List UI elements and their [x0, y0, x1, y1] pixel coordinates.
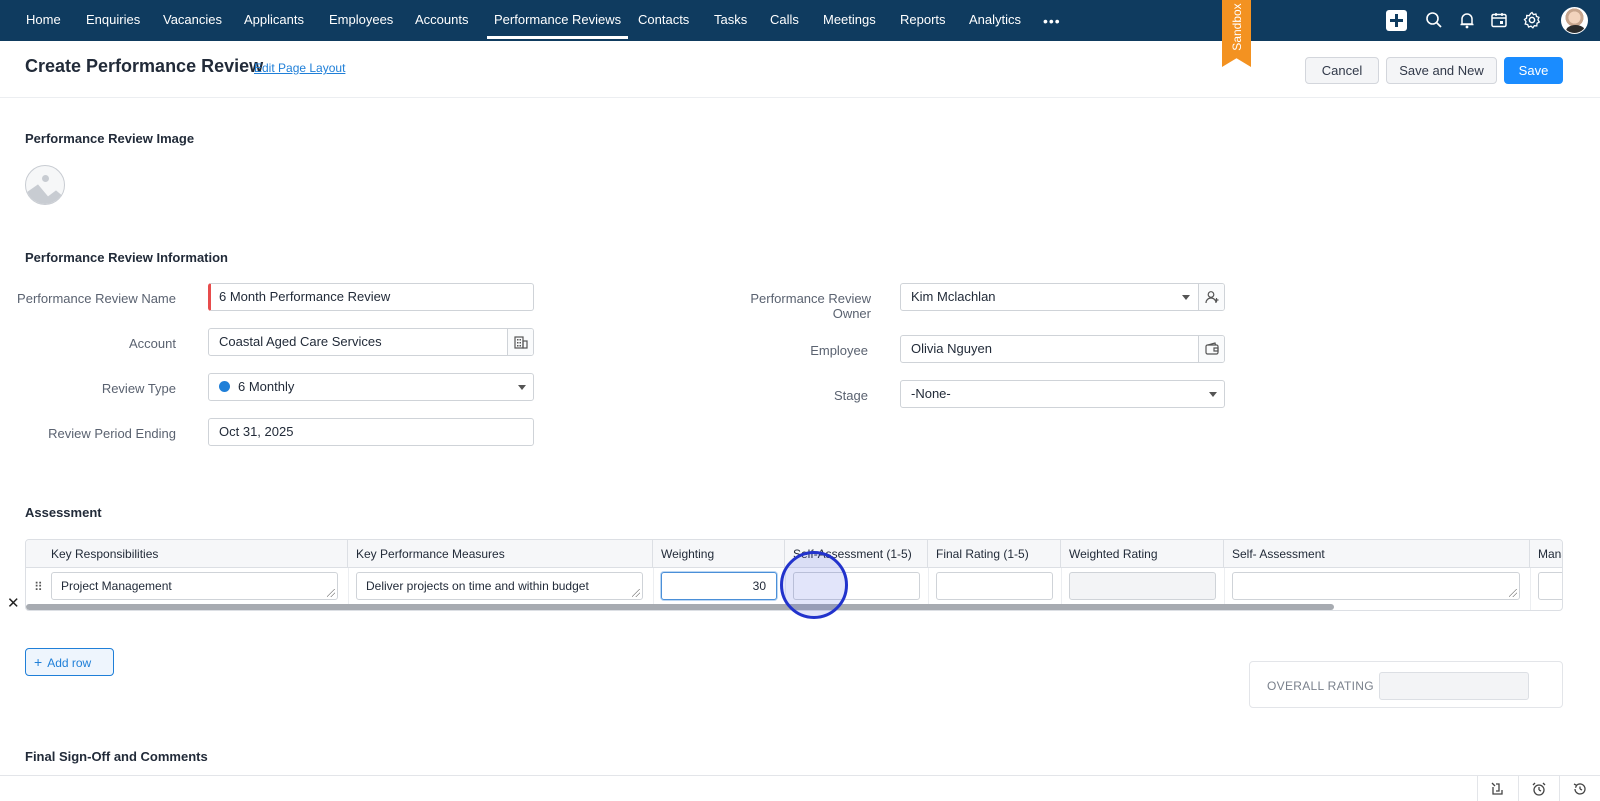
plus-icon[interactable] — [1386, 10, 1407, 31]
key-responsibilities-input[interactable]: Project Management — [51, 572, 338, 600]
section-title-image: Performance Review Image — [25, 131, 195, 146]
employee-value: Olivia Nguyen — [911, 341, 992, 356]
nav-item-accounts[interactable]: Accounts — [415, 0, 468, 41]
calendar-icon[interactable] — [1489, 10, 1509, 30]
gear-icon[interactable] — [1522, 10, 1542, 30]
review-owner-value: Kim Mclachlan — [911, 289, 996, 304]
overall-rating-field — [1379, 672, 1529, 700]
review-type-label: Review Type — [101, 381, 176, 396]
bell-icon[interactable] — [1457, 10, 1477, 30]
image-placeholder-icon[interactable] — [25, 165, 65, 205]
chevron-down-icon — [518, 385, 526, 390]
sandbox-label: Sandbox — [1229, 3, 1244, 51]
nav-item-applicants[interactable]: Applicants — [244, 0, 304, 41]
final-rating-input[interactable] — [936, 572, 1053, 600]
bottom-toolbar — [0, 775, 1600, 801]
nav-item-vacancies[interactable]: Vacancies — [163, 0, 222, 41]
key-performance-measures-value: Deliver projects on time and within budg… — [366, 579, 589, 593]
review-name-input[interactable]: 6 Month Performance Review — [208, 283, 534, 311]
nav-item-contacts[interactable]: Contacts — [638, 0, 689, 41]
sandbox-ribbon[interactable]: Sandbox — [1222, 0, 1251, 67]
review-owner-select[interactable]: Kim Mclachlan — [900, 283, 1225, 311]
nav-item-analytics[interactable]: Analytics — [969, 0, 1021, 41]
building-lookup-icon[interactable] — [507, 329, 533, 355]
employee-label: Employee — [810, 343, 868, 358]
chevron-down-icon — [1209, 392, 1217, 397]
resize-handle-icon[interactable] — [1509, 589, 1517, 597]
section-title-information: Performance Review Information — [25, 250, 228, 265]
nav-item-employees[interactable]: Employees — [329, 0, 393, 41]
weighted-rating-field — [1069, 572, 1216, 600]
horizontal-scrollbar[interactable] — [26, 604, 1334, 610]
header-divider — [0, 97, 1600, 98]
overall-rating-label: OVERALL RATING — [1267, 679, 1374, 693]
save-button[interactable]: Save — [1504, 57, 1563, 84]
section-title-signoff: Final Sign-Off and Comments — [25, 749, 208, 764]
user-lookup-icon[interactable] — [1198, 284, 1224, 310]
review-period-ending-label: Review Period Ending — [48, 426, 176, 441]
page-title: Create Performance Review — [25, 56, 264, 76]
top-navigation-bar: Home Enquiries Vacancies Applicants Empl… — [0, 0, 1600, 41]
stage-label: Stage — [834, 388, 868, 403]
nav-item-home[interactable]: Home — [26, 0, 61, 41]
review-owner-label-line2: Owner — [832, 306, 871, 321]
nav-item-calls[interactable]: Calls — [770, 0, 799, 41]
alarm-icon[interactable] — [1518, 776, 1559, 801]
nav-item-tasks[interactable]: Tasks — [714, 0, 747, 41]
review-type-color-dot — [219, 381, 230, 392]
review-owner-label: Performance Review Owner — [750, 291, 871, 321]
add-row-label: Add row — [47, 656, 92, 670]
account-label: Account — [129, 336, 176, 351]
stage-value: -None- — [911, 386, 951, 401]
manager-input[interactable] — [1538, 572, 1562, 600]
column-header-final-rating: Final Rating (1-5) — [928, 540, 1061, 568]
edit-page-layout-link[interactable]: Edit Page Layout — [254, 61, 345, 75]
review-name-label: Performance Review Name — [17, 291, 176, 306]
chevron-down-icon — [1182, 295, 1190, 300]
clip-icon[interactable] — [1477, 776, 1518, 801]
user-avatar[interactable] — [1561, 7, 1588, 34]
column-header-key-responsibilities: Key Responsibilities — [43, 540, 348, 568]
save-and-new-button[interactable]: Save and New — [1386, 57, 1497, 84]
section-title-assessment: Assessment — [25, 505, 102, 520]
add-row-button[interactable]: + Add row — [25, 648, 114, 676]
review-period-ending-input[interactable]: Oct 31, 2025 — [208, 418, 534, 446]
column-header-weighting: Weighting — [653, 540, 785, 568]
click-indicator — [780, 551, 848, 619]
column-header-manager: Manager — [1530, 540, 1562, 568]
account-lookup[interactable]: Coastal Aged Care Services — [208, 328, 534, 356]
column-header-weighted-rating: Weighted Rating — [1061, 540, 1224, 568]
nav-item-meetings[interactable]: Meetings — [823, 0, 876, 41]
review-owner-label-line1: Performance Review — [750, 291, 871, 306]
resize-handle-icon[interactable] — [327, 589, 335, 597]
review-type-value: 6 Monthly — [238, 379, 295, 394]
search-icon[interactable] — [1424, 10, 1444, 30]
resize-handle-icon[interactable] — [632, 589, 640, 597]
wallet-lookup-icon[interactable] — [1198, 336, 1224, 362]
cancel-button[interactable]: Cancel — [1305, 57, 1379, 84]
key-performance-measures-input[interactable]: Deliver projects on time and within budg… — [356, 572, 643, 600]
weighting-input[interactable]: 30 — [661, 572, 777, 600]
history-icon[interactable] — [1559, 776, 1600, 801]
overall-rating-panel: OVERALL RATING — [1249, 661, 1563, 708]
nav-item-enquiries[interactable]: Enquiries — [86, 0, 140, 41]
review-type-select[interactable]: 6 Monthly — [208, 373, 534, 401]
self-assessment-input[interactable] — [1232, 572, 1520, 600]
drag-handle-icon[interactable]: ⠿ — [34, 580, 43, 594]
delete-row-icon[interactable]: ✕ — [7, 594, 20, 612]
nav-item-reports[interactable]: Reports — [900, 0, 946, 41]
key-responsibilities-value: Project Management — [61, 579, 172, 593]
column-header-key-performance-measures: Key Performance Measures — [348, 540, 653, 568]
stage-select[interactable]: -None- — [900, 380, 1225, 408]
more-menu-icon[interactable]: ••• — [1043, 13, 1061, 29]
account-value: Coastal Aged Care Services — [219, 334, 382, 349]
plus-icon: + — [34, 654, 43, 670]
column-header-self-assessment: Self- Assessment — [1224, 540, 1530, 568]
employee-lookup[interactable]: Olivia Nguyen — [900, 335, 1225, 363]
nav-item-performance-reviews[interactable]: Performance Reviews — [486, 0, 629, 41]
